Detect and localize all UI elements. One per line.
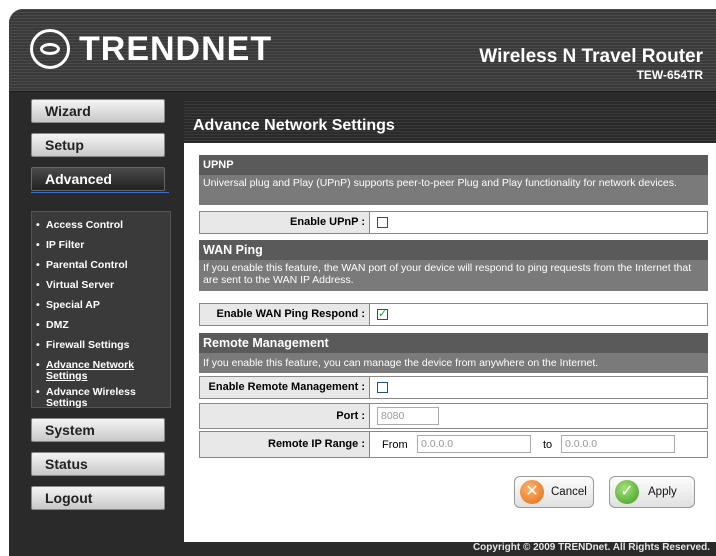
wan-ping-enable-checkbox[interactable] — [377, 307, 388, 321]
remote-port-row: Port : — [199, 403, 708, 429]
menu-setup[interactable]: Setup — [31, 133, 165, 157]
cancel-button-label: Cancel — [551, 486, 587, 498]
remote-ip-to-text: to — [543, 439, 553, 451]
submenu-special-ap[interactable]: • Special AP — [36, 300, 168, 311]
upnp-enable-label: Enable UPnP : — [200, 212, 370, 233]
upnp-enable-checkbox[interactable] — [377, 217, 388, 228]
remote-enable-checkbox[interactable] — [377, 382, 388, 393]
page-header: Advance Network Settings — [184, 101, 716, 143]
router-frame: TRENDNET Wireless N Travel Router TEW-65… — [9, 9, 716, 556]
submenu-access-control[interactable]: • Access Control — [36, 220, 168, 231]
submenu-virtual-server[interactable]: • Virtual Server — [36, 280, 168, 291]
remote-enable-label: Enable Remote Management : — [200, 377, 370, 398]
submenu-parental-control[interactable]: • Parental Control — [36, 260, 168, 271]
remote-port-input[interactable] — [377, 407, 439, 425]
remote-management-section-heading: Remote Management — [199, 333, 708, 353]
remote-ip-range-label: Remote IP Range : — [200, 432, 370, 457]
wan-ping-section-heading: WAN Ping — [199, 240, 708, 260]
menu-status[interactable]: Status — [31, 452, 165, 476]
advanced-submenu: • Access Control • IP Filter • Parental Con… — [31, 211, 171, 409]
upnp-enable-row: Enable UPnP : — [199, 211, 708, 234]
submenu-advance-wireless-settings[interactable]: • Advance Wireless Settings — [36, 387, 168, 409]
footer-copyright: Copyright © 2009 TRENDnet. All Rights Re… — [472, 542, 710, 553]
submenu-firewall-settings[interactable]: • Firewall Settings — [36, 340, 168, 351]
apply-button[interactable]: ✓ Apply — [609, 476, 695, 508]
product-model: TEW-654TR — [636, 68, 703, 82]
main-content: Advance Network Settings UPNP Universal … — [184, 101, 716, 542]
remote-enable-row: Enable Remote Management : — [199, 376, 708, 399]
remote-management-description: If you enable this feature, you can mana… — [199, 353, 708, 373]
wan-ping-enable-row: Enable WAN Ping Respond : — [199, 303, 708, 326]
remote-ip-from-text: From — [382, 439, 408, 451]
submenu-dmz[interactable]: • DMZ — [36, 320, 168, 331]
product-name: Wireless N Travel Router — [479, 46, 703, 67]
remote-ip-from-input[interactable] — [417, 435, 531, 453]
menu-wizard[interactable]: Wizard — [31, 99, 165, 123]
menu-advanced[interactable]: Advanced — [31, 167, 165, 191]
upnp-section-heading: UPNP — [199, 155, 708, 175]
active-menu-underline — [31, 192, 169, 193]
remote-ip-to-input[interactable] — [561, 435, 675, 453]
x-icon: ✕ — [520, 480, 544, 504]
wan-ping-description: If you enable this feature, the WAN port… — [199, 260, 708, 291]
wan-ping-enable-label: Enable WAN Ping Respond : — [200, 304, 370, 325]
submenu-advance-network-settings[interactable]: • Advance Network Settings — [36, 360, 168, 382]
brand-logo-text: TRENDNET — [79, 30, 273, 68]
submenu-ip-filter[interactable]: • IP Filter — [36, 240, 168, 251]
trendnet-logo-icon — [30, 29, 70, 69]
upnp-description: Universal plug and Play (UPnP) supports … — [199, 175, 708, 205]
checkmark-icon: ✓ — [615, 480, 639, 504]
remote-ip-range-row: Remote IP Range : From to — [199, 431, 708, 458]
cancel-button[interactable]: ✕ Cancel — [514, 476, 594, 508]
page-title: Advance Network Settings — [193, 117, 395, 134]
remote-port-label: Port : — [200, 404, 370, 428]
menu-logout[interactable]: Logout — [31, 486, 165, 510]
header-banner: TRENDNET Wireless N Travel Router TEW-65… — [9, 9, 716, 92]
apply-button-label: Apply — [648, 486, 677, 498]
menu-system[interactable]: System — [31, 418, 165, 442]
